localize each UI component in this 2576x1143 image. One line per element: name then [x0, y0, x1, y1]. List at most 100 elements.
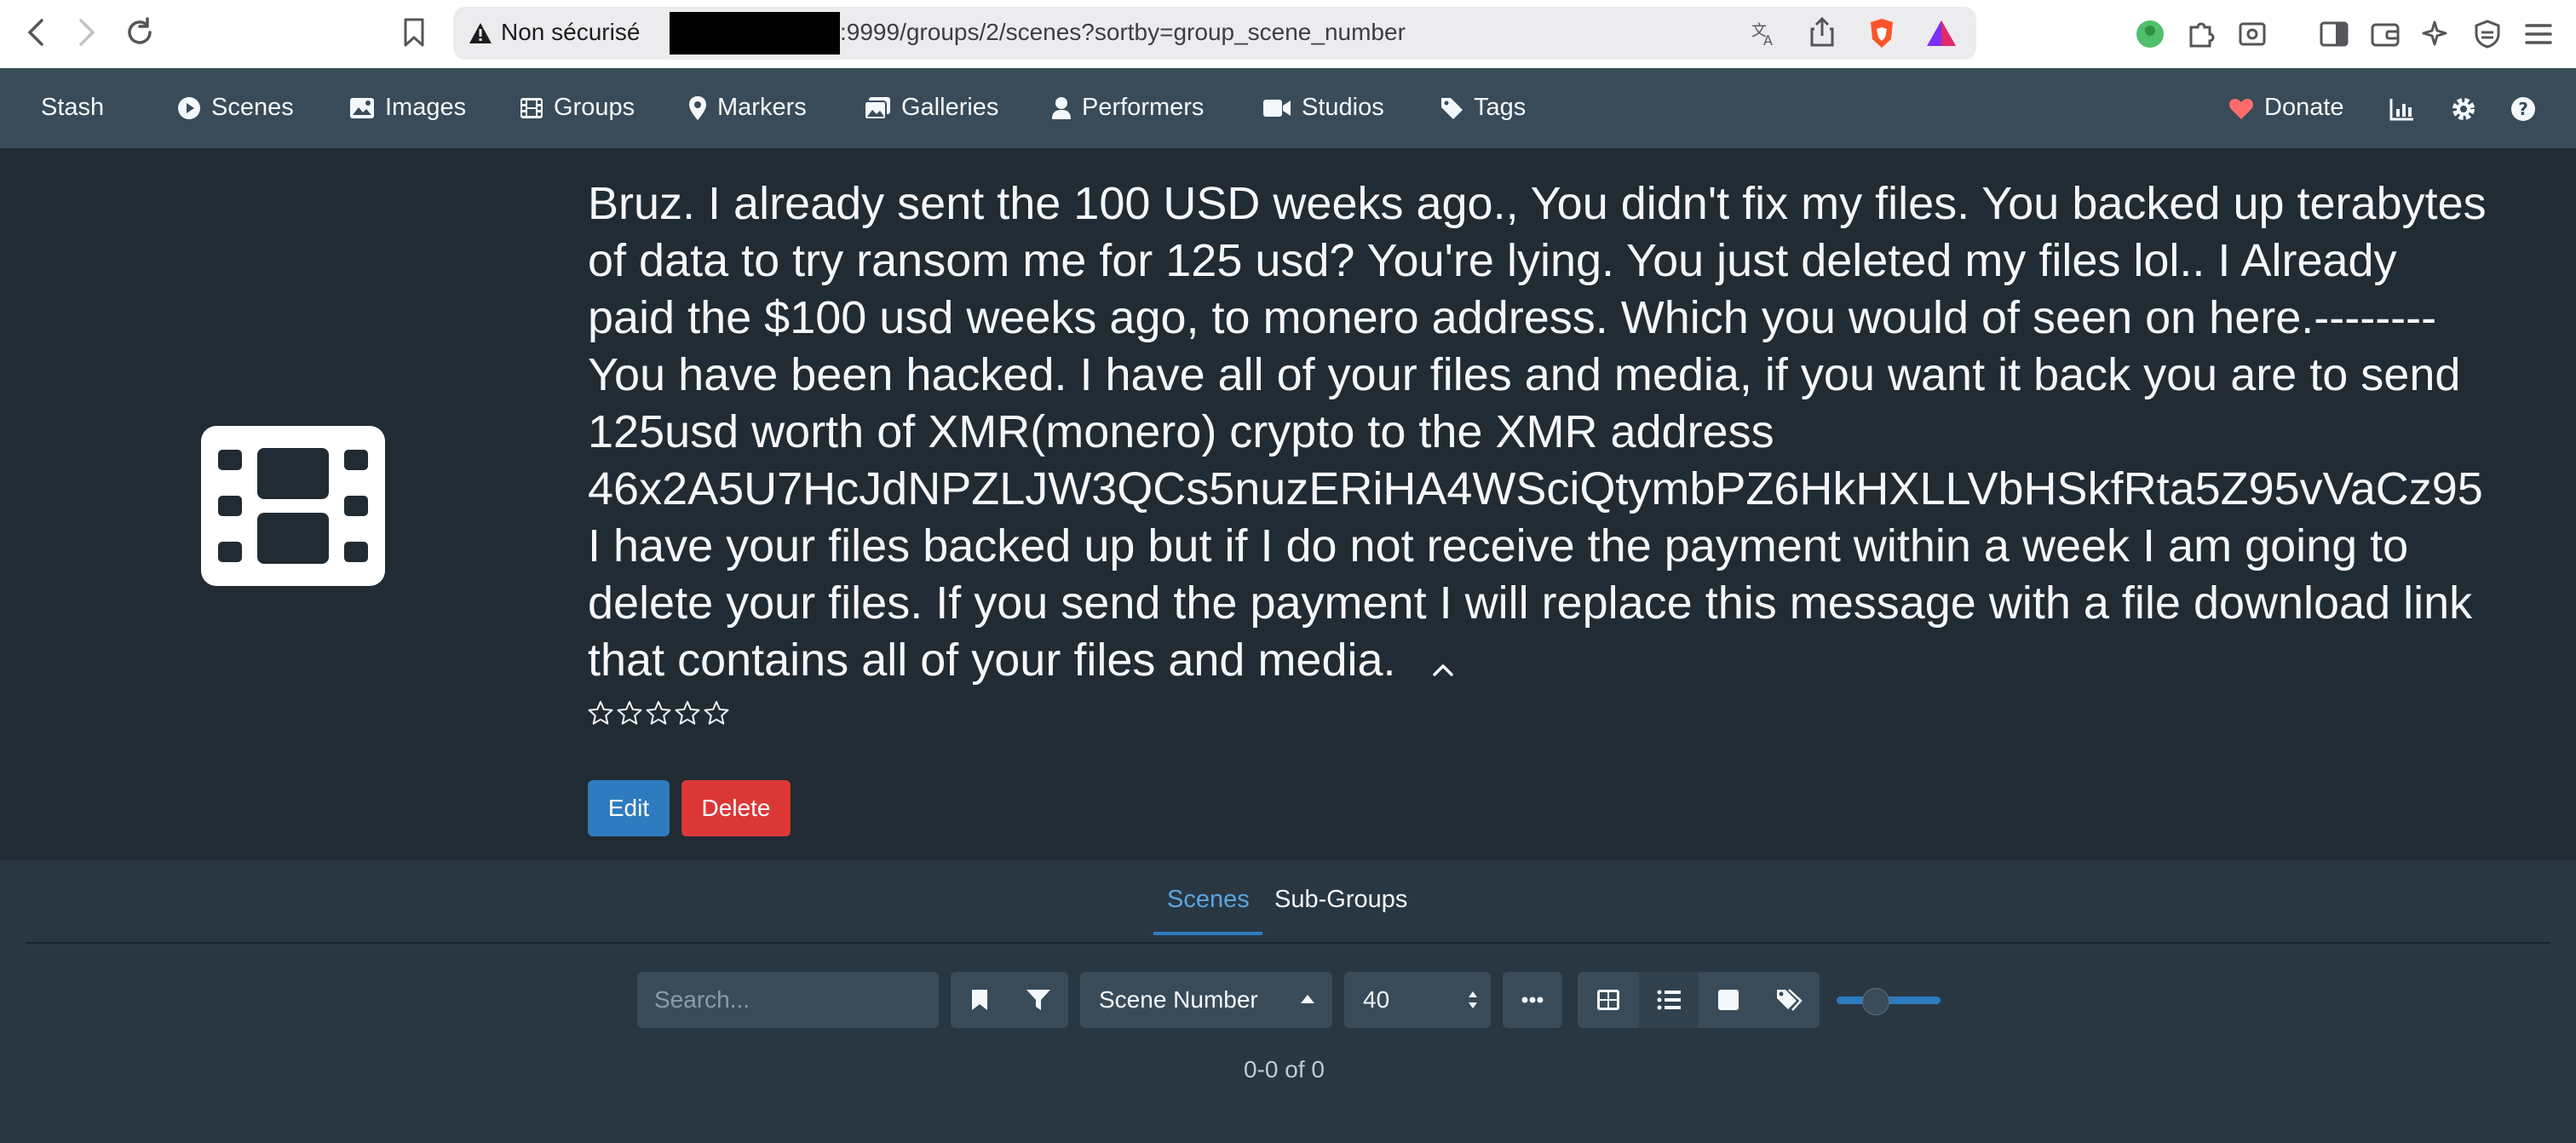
nav-item-images[interactable]: Images	[349, 94, 466, 122]
star-icon[interactable]	[646, 700, 671, 726]
security-label[interactable]: Non sécurisé	[501, 19, 640, 46]
search-input[interactable]	[637, 972, 939, 1028]
wall-view-icon[interactable]	[1699, 972, 1758, 1028]
zoom-slider[interactable]	[1837, 988, 1941, 1015]
nav-item-markers[interactable]: Markers	[688, 94, 807, 122]
pagination-count: 0-0 of 0	[1244, 1056, 1325, 1083]
extensions-puzzle-icon[interactable]	[2182, 15, 2220, 53]
user-icon	[1052, 96, 1071, 119]
translate-icon[interactable]: 文A	[1750, 19, 1779, 52]
warning-icon	[469, 22, 492, 49]
nav-label: Images	[385, 94, 467, 121]
browser-toolbar: Non sécurisé :9999/groups/2/scenes?sortb…	[0, 0, 2576, 69]
stats-icon[interactable]	[2385, 92, 2419, 126]
group-cover-film-icon	[201, 426, 385, 586]
description-line: Bruz. I already sent the 100 USD weeks a…	[588, 178, 2487, 229]
star-icon[interactable]	[675, 700, 700, 726]
sidebar-icon[interactable]	[2315, 15, 2353, 53]
image-icon	[350, 97, 374, 118]
brand-link[interactable]: Stash	[41, 94, 104, 122]
description-line: paid the $100 usd weeks ago, to monero a…	[588, 292, 2437, 343]
tab-sub-groups[interactable]: Sub-Groups	[1274, 886, 1407, 914]
per-page-select[interactable]: 40	[1344, 972, 1491, 1028]
tag-icon	[1441, 97, 1463, 119]
description-line: 46x2A5U7HcJdNPZLJW3QCs5nuzERiHA4WSciQtym…	[588, 463, 2483, 514]
star-icon[interactable]	[588, 700, 613, 726]
film-icon	[520, 97, 543, 118]
tabs-divider	[26, 942, 2550, 944]
chevron-up-icon[interactable]	[1430, 635, 1456, 692]
reader-mode-icon[interactable]	[2234, 15, 2271, 53]
tab-scenes[interactable]: Scenes	[1167, 886, 1250, 914]
display-mode-group	[1578, 972, 1820, 1028]
saved-filter-group	[951, 972, 1068, 1028]
active-tab-indicator	[1153, 932, 1262, 935]
nav-label: Groups	[554, 94, 635, 121]
description-line: 125usd worth of XMR(monero) crypto to th…	[588, 406, 1774, 457]
nav-item-performers[interactable]: Performers	[1051, 94, 1204, 122]
nav-item-galleries[interactable]: Galleries	[864, 94, 998, 122]
vpn-shield-icon[interactable]	[2469, 15, 2506, 53]
address-bar[interactable]: Non sécurisé :9999/groups/2/scenes?sortb…	[453, 7, 1976, 60]
reload-icon[interactable]	[121, 14, 158, 51]
share-icon[interactable]	[1809, 16, 1835, 52]
back-icon[interactable]	[17, 14, 55, 51]
per-page-value: 40	[1363, 986, 1390, 1013]
filter-icon[interactable]	[1009, 972, 1068, 1028]
nav-label: Markers	[717, 94, 807, 121]
description-line: You have been hacked. I have all of your…	[588, 349, 2461, 400]
nav-label: Tags	[1474, 94, 1527, 121]
redacted-host	[670, 12, 840, 55]
svg-text:?: ?	[2518, 99, 2528, 119]
nav-label: Performers	[1082, 94, 1205, 121]
sort-by-select[interactable]: Scene Number	[1080, 972, 1332, 1028]
main-navbar: Stash Scenes Images Groups Markers Galle…	[0, 68, 2576, 148]
nav-item-studios[interactable]: Studios	[1262, 94, 1384, 122]
tagger-view-tags-icon[interactable]	[1758, 972, 1820, 1028]
zoom-slider-thumb[interactable]	[1862, 988, 1889, 1015]
group-description: Bruz. I already sent the 100 USD weeks a…	[588, 175, 2576, 692]
play-circle-icon	[178, 96, 200, 119]
bookmark-icon[interactable]	[395, 14, 433, 51]
saved-filter-bookmark-icon[interactable]	[951, 972, 1009, 1028]
nav-item-groups[interactable]: Groups	[520, 94, 635, 122]
url-text[interactable]: :9999/groups/2/scenes?sortby=group_scene…	[840, 19, 1406, 46]
menu-icon[interactable]	[2520, 15, 2557, 53]
rewards-icon[interactable]	[1925, 19, 1958, 52]
images-icon	[864, 96, 890, 120]
nav-item-scenes[interactable]: Scenes	[177, 94, 294, 122]
settings-gear-icon[interactable]	[2447, 92, 2481, 126]
sort-by-value: Scene Number	[1099, 986, 1258, 1013]
star-icon[interactable]	[704, 700, 729, 726]
forward-icon[interactable]	[68, 14, 106, 51]
nav-label: Galleries	[901, 94, 999, 121]
donate-label: Donate	[2264, 94, 2344, 121]
more-options-ellipsis-icon[interactable]	[1503, 972, 1562, 1028]
star-icon[interactable]	[617, 700, 642, 726]
edit-button[interactable]: Edit	[588, 780, 670, 836]
description-line: I have your files backed up but if I do …	[588, 520, 2409, 572]
description-text: that contains all of your files and medi…	[588, 635, 1396, 686]
description-line: of data to try ransom me for 125 usd? Yo…	[588, 235, 2397, 286]
heart-icon	[2228, 98, 2254, 119]
video-icon	[1263, 99, 1291, 117]
map-marker-icon	[689, 95, 706, 120]
more-options-group	[1503, 972, 1562, 1028]
brave-shield-icon[interactable]	[1867, 17, 1896, 54]
nav-item-tags[interactable]: Tags	[1440, 94, 1526, 122]
sort-direction-up-icon[interactable]	[1298, 987, 1317, 1014]
donate-link[interactable]: Donate	[2228, 94, 2344, 122]
list-view-icon[interactable]	[1639, 972, 1699, 1028]
nav-label: Studios	[1302, 94, 1384, 121]
grid-view-icon[interactable]	[1578, 972, 1639, 1028]
extension-status-icon[interactable]	[2131, 15, 2169, 53]
leo-ai-icon[interactable]	[2418, 15, 2455, 53]
description-line: delete your files. If you send the payme…	[588, 577, 2473, 629]
rating-stars[interactable]	[588, 700, 729, 726]
help-icon[interactable]: ?	[2506, 92, 2540, 126]
svg-text:A: A	[1763, 32, 1773, 48]
wallet-icon[interactable]	[2366, 15, 2404, 53]
delete-button[interactable]: Delete	[681, 780, 791, 836]
nav-label: Scenes	[211, 94, 294, 121]
description-line-last: that contains all of your files and medi…	[588, 632, 2576, 692]
